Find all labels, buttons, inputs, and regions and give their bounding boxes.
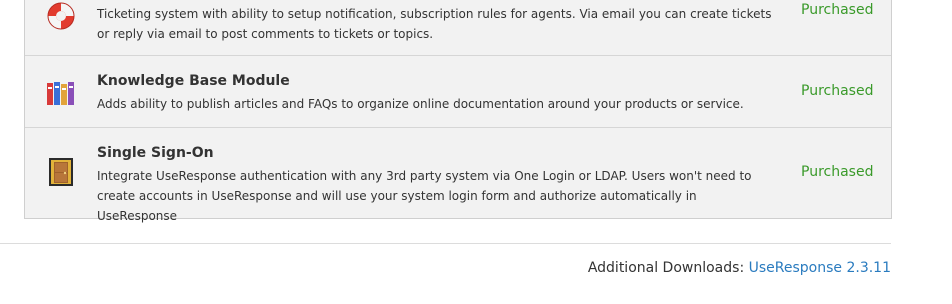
module-text: Knowledge Base Module Adds ability to pu…: [97, 72, 777, 114]
footer-downloads: Additional Downloads: UseResponse 2.3.11: [588, 260, 891, 276]
module-row-single-sign-on: Single Sign-On Integrate UseResponse aut…: [25, 128, 891, 223]
module-title: Knowledge Base Module: [97, 73, 290, 89]
books-icon: [45, 77, 77, 109]
status-purchased: Purchased: [801, 2, 874, 18]
module-description: Integrate UseResponse authentication wit…: [97, 169, 752, 223]
download-link[interactable]: UseResponse 2.3.11: [749, 260, 891, 276]
footer-divider: [0, 243, 891, 244]
module-text: Single Sign-On Integrate UseResponse aut…: [97, 144, 777, 226]
door-icon: [45, 156, 77, 188]
module-row-knowledge-base: Knowledge Base Module Adds ability to pu…: [25, 56, 891, 128]
status-purchased: Purchased: [801, 83, 874, 99]
module-description: Ticketing system with ability to setup n…: [97, 7, 772, 41]
module-row-ticketing: Ticketing system with ability to setup n…: [25, 0, 891, 56]
footer-label: Additional Downloads:: [587, 260, 745, 276]
status-purchased: Purchased: [801, 164, 874, 180]
lifebuoy-icon: [45, 0, 77, 32]
module-title: Single Sign-On: [97, 145, 214, 161]
module-description: Adds ability to publish articles and FAQ…: [97, 97, 744, 111]
module-text: Ticketing system with ability to setup n…: [97, 4, 777, 44]
module-list: Ticketing system with ability to setup n…: [24, 0, 892, 223]
